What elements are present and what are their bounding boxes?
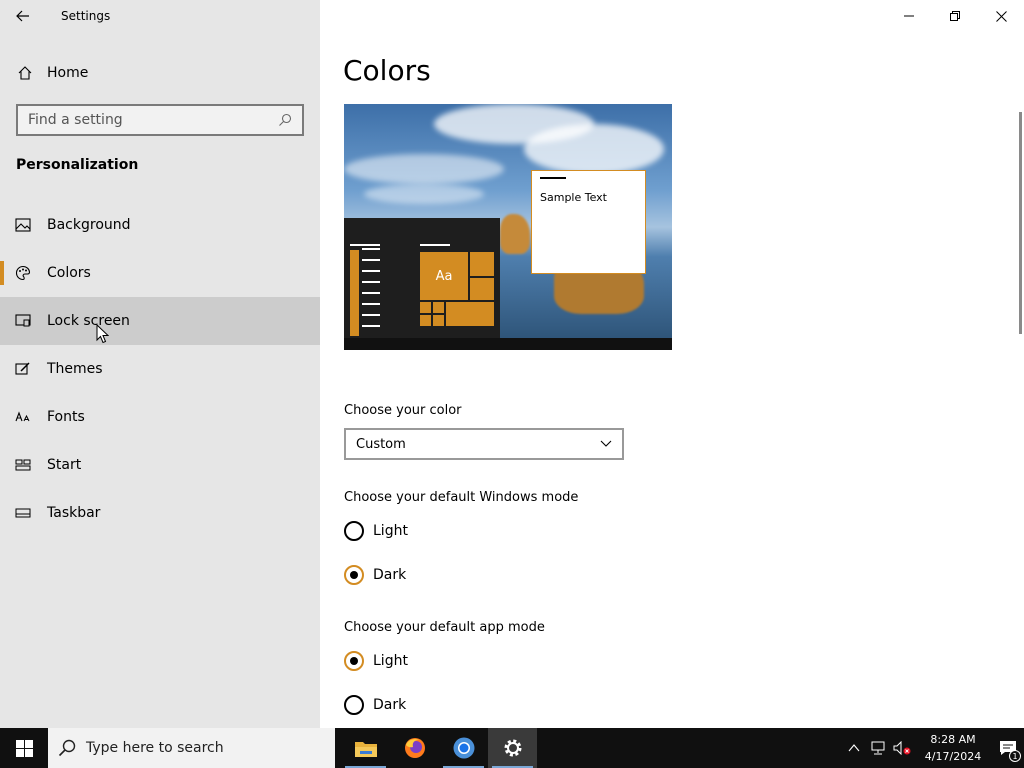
sidebar-item-start[interactable]: Start — [0, 441, 320, 489]
home-icon — [0, 65, 47, 81]
choose-color-label: Choose your color — [344, 403, 462, 418]
taskbar-clock[interactable]: 8:28 AM 4/17/2024 — [920, 731, 986, 765]
sidebar-item-label: Fonts — [47, 409, 85, 425]
brush-icon — [0, 361, 47, 377]
sidebar-item-themes[interactable]: Themes — [0, 345, 320, 393]
selected-indicator — [0, 261, 4, 285]
taskbar-chrome[interactable] — [439, 728, 488, 768]
tray-overflow-button[interactable] — [842, 744, 866, 752]
restore-icon — [950, 11, 960, 21]
taskbar-search-placeholder: Type here to search — [86, 740, 224, 756]
back-arrow-icon — [16, 10, 29, 22]
radio-circle-checked — [344, 651, 364, 671]
clock-time: 8:28 AM — [930, 733, 976, 746]
start-icon — [0, 459, 47, 471]
picture-icon — [0, 218, 47, 232]
page-title: Colors — [343, 54, 431, 87]
settings-icon — [504, 739, 521, 757]
chevron-up-icon — [848, 744, 860, 752]
back-button[interactable] — [0, 0, 46, 32]
home-nav-item[interactable]: Home — [0, 50, 320, 96]
search-icon — [279, 113, 292, 126]
radio-circle — [344, 521, 364, 541]
minimize-button[interactable] — [886, 0, 932, 32]
taskbar-file-explorer[interactable] — [341, 728, 390, 768]
restore-button[interactable] — [932, 0, 978, 32]
windows-mode-label: Choose your default Windows mode — [344, 490, 579, 505]
sample-window-preview: Sample Text — [531, 170, 646, 274]
system-tray: 8:28 AM 4/17/2024 1 — [842, 728, 1024, 768]
close-icon — [995, 10, 1007, 22]
taskbar-firefox[interactable] — [390, 728, 439, 768]
sidebar-item-fonts[interactable]: Fonts — [0, 393, 320, 441]
scrollbar[interactable] — [1019, 112, 1022, 334]
sidebar-item-taskbar[interactable]: Taskbar — [0, 489, 320, 537]
file-explorer-icon — [354, 742, 377, 757]
windows-mode-dark-radio[interactable]: Dark — [344, 565, 406, 585]
app-mode-label: Choose your default app mode — [344, 620, 545, 635]
windows-logo-icon — [15, 739, 33, 757]
home-label: Home — [47, 65, 89, 81]
notification-count-badge: 1 — [1009, 750, 1021, 762]
windows-mode-light-radio[interactable]: Light — [344, 521, 408, 541]
radio-label: Dark — [373, 567, 407, 583]
volume-muted-icon — [893, 741, 911, 755]
color-preview: Aa Sample Text — [344, 104, 672, 350]
radio-circle-checked — [344, 565, 364, 585]
clock-date: 4/17/2024 — [924, 750, 982, 763]
sidebar: Settings Home Find a setting Personaliza… — [0, 0, 320, 728]
network-icon — [871, 741, 885, 755]
find-setting-search[interactable]: Find a setting — [16, 104, 304, 136]
sample-text: Sample Text — [540, 191, 607, 204]
dropdown-value: Custom — [356, 436, 406, 452]
title-bar: Settings — [0, 0, 320, 32]
minimize-icon — [904, 15, 914, 17]
network-button[interactable] — [866, 741, 890, 755]
mouse-cursor-icon — [96, 324, 109, 344]
sidebar-item-label: Colors — [47, 265, 91, 281]
start-menu-preview: Aa — [344, 218, 500, 338]
choose-color-dropdown[interactable]: Custom — [344, 428, 624, 460]
sidebar-item-background[interactable]: Background — [0, 201, 320, 249]
palette-icon — [0, 265, 47, 281]
lock-screen-icon — [0, 314, 47, 328]
sidebar-item-label: Background — [47, 217, 131, 233]
window-controls — [886, 0, 1024, 32]
search-icon — [58, 739, 76, 757]
sidebar-item-lock-screen[interactable]: Lock screen — [0, 297, 320, 345]
taskbar-search[interactable]: Type here to search — [48, 728, 335, 768]
action-center-button[interactable]: 1 — [992, 728, 1024, 768]
font-icon — [0, 410, 47, 424]
section-title: Personalization — [16, 157, 139, 173]
radio-label: Dark — [373, 697, 407, 713]
chevron-down-icon — [600, 440, 612, 447]
app-mode-dark-radio[interactable]: Dark — [344, 695, 406, 715]
chrome-icon — [453, 737, 474, 759]
sidebar-item-label: Taskbar — [47, 505, 101, 521]
radio-label: Light — [373, 653, 408, 669]
app-mode-light-radio[interactable]: Light — [344, 651, 408, 671]
sidebar-item-label: Start — [47, 457, 82, 473]
start-button[interactable] — [0, 728, 48, 768]
search-placeholder: Find a setting — [28, 112, 123, 128]
sidebar-item-label: Themes — [47, 361, 103, 377]
taskbar-icon — [0, 508, 47, 518]
radio-label: Light — [373, 523, 408, 539]
firefox-icon — [404, 738, 425, 758]
taskbar-settings[interactable] — [488, 728, 537, 768]
sidebar-nav: Background Colors Lock screen Themes Fon… — [0, 201, 320, 537]
sidebar-item-label: Lock screen — [47, 313, 130, 329]
sidebar-item-colors[interactable]: Colors — [0, 249, 320, 297]
preview-tile: Aa — [420, 252, 468, 300]
close-button[interactable] — [978, 0, 1024, 32]
radio-circle — [344, 695, 364, 715]
app-title: Settings — [61, 9, 111, 23]
taskbar: Type here to search 8:28 AM 4/17/2024 1 — [0, 728, 1024, 768]
volume-button[interactable] — [890, 741, 914, 755]
